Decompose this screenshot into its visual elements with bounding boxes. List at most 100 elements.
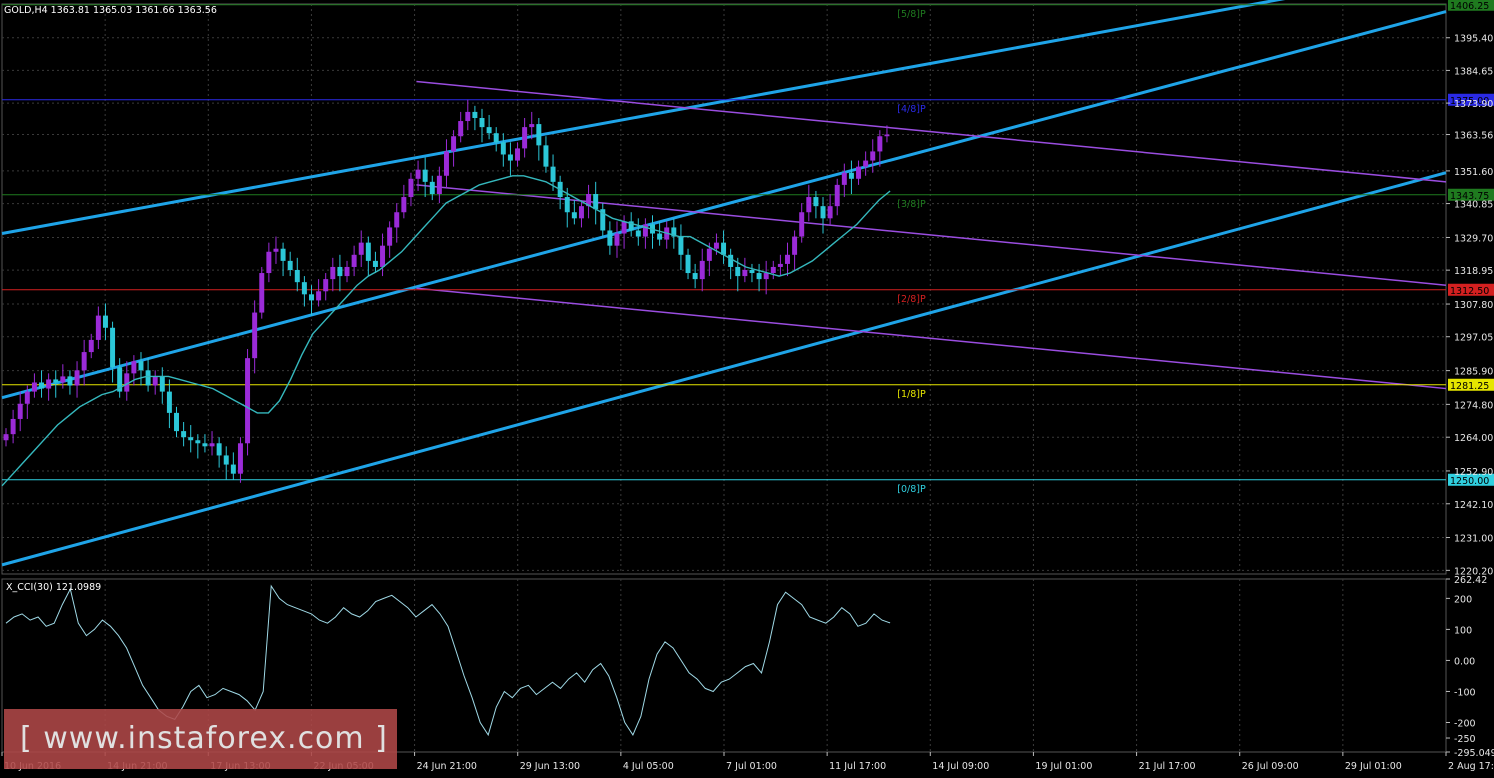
candle-body	[422, 169, 428, 182]
cci-tick-label: 200	[1454, 594, 1472, 605]
candle-body	[443, 151, 449, 176]
candle-body	[451, 136, 457, 152]
time-tick-label: 19 Jul 01:00	[1035, 761, 1092, 772]
candle-body	[713, 242, 719, 249]
candle-body	[785, 254, 790, 264]
candle-body	[230, 464, 236, 474]
candle-body	[813, 197, 819, 207]
candle-body	[479, 118, 485, 128]
time-tick-label: 29 Jul 01:00	[1345, 761, 1402, 772]
candle-body	[827, 206, 833, 219]
cci-title: X_CCI(30) 121.0989	[6, 582, 101, 593]
candle-body	[46, 379, 52, 389]
candle-body	[287, 260, 293, 270]
candle-body	[536, 124, 542, 146]
level-label: [3/8]P	[897, 199, 926, 210]
candle-body	[95, 315, 101, 340]
candle-body	[543, 145, 549, 167]
candle-body	[578, 206, 584, 219]
candle-body	[259, 273, 265, 313]
candle-body	[706, 248, 712, 261]
candle-body	[465, 111, 471, 122]
candle-body	[24, 391, 30, 404]
candle-body	[237, 443, 243, 474]
candle-body	[749, 270, 755, 274]
cci-tick-label: 100	[1454, 625, 1472, 636]
candle-body	[877, 136, 883, 152]
price-tick-label: 1297.05	[1454, 333, 1493, 344]
candle-body	[756, 273, 762, 280]
level-label: [2/8]P	[897, 294, 926, 305]
candle-body	[820, 206, 826, 219]
time-tick-label: 24 Jun 21:00	[417, 761, 477, 772]
candle-body	[159, 376, 165, 392]
candle-body	[337, 266, 343, 277]
candle-body	[721, 242, 727, 255]
candle-body	[67, 376, 73, 386]
candle-body	[309, 294, 314, 301]
candle-body	[777, 263, 783, 267]
price-tick-label: 1363.56	[1454, 131, 1493, 142]
candle-body	[571, 212, 577, 219]
candle-body	[401, 197, 407, 213]
time-tick-label: 7 Jul 01:00	[726, 761, 777, 772]
candle-body	[138, 361, 144, 371]
candle-body	[614, 233, 620, 246]
candle-body	[635, 230, 641, 237]
price-tick-label: 1373.90	[1454, 99, 1493, 110]
candle-body	[728, 254, 734, 267]
candle-body	[763, 273, 769, 280]
candle-body	[493, 133, 499, 143]
candle-body	[507, 154, 513, 161]
candle-body	[870, 151, 876, 161]
price-tick-label: 1242.10	[1454, 500, 1493, 511]
candle-body	[294, 270, 300, 283]
candle-body	[245, 358, 251, 444]
candle-body	[770, 266, 776, 274]
level-price-label: 1406.25	[1450, 1, 1489, 12]
candle-body	[266, 251, 272, 274]
candle-body	[17, 403, 23, 419]
level-label: [1/8]P	[897, 389, 926, 400]
candle-body	[699, 260, 705, 280]
candle-body	[657, 233, 663, 240]
price-tick-label: 1285.90	[1454, 367, 1493, 378]
candle-body	[152, 376, 158, 386]
price-tick-label: 1351.60	[1454, 167, 1493, 178]
candle-body	[145, 370, 151, 386]
time-tick-label: 26 Jul 09:00	[1242, 761, 1299, 772]
candle-body	[365, 242, 371, 261]
price-tick-label: 1384.65	[1454, 66, 1493, 77]
candle-body	[792, 236, 798, 255]
candle-body	[131, 361, 137, 374]
cci-tick-label: -200	[1454, 719, 1476, 730]
candle-body	[621, 221, 627, 234]
candle-body	[415, 169, 421, 179]
candle-body	[273, 248, 279, 252]
candle-body	[316, 291, 322, 301]
cci-tick-label: -250	[1454, 734, 1476, 745]
candle-body	[436, 175, 442, 194]
candle-body	[472, 111, 478, 118]
price-tick-label: 1307.80	[1454, 300, 1493, 311]
candle-body	[301, 282, 307, 295]
chart-background	[0, 0, 1494, 778]
time-tick-label: 21 Jul 17:00	[1139, 761, 1196, 772]
candle-body	[358, 242, 364, 255]
candle-body	[394, 212, 400, 228]
price-chart: [5/8]P1406.25[4/8]P1375.00[3/8]P1343.75[…	[0, 0, 1494, 778]
candle-body	[110, 327, 116, 368]
time-tick-label: 4 Jul 05:00	[623, 761, 674, 772]
candle-body	[806, 197, 812, 213]
candle-body	[102, 315, 108, 328]
price-tick-label: 1231.00	[1454, 534, 1493, 545]
candle-body	[195, 440, 201, 444]
cci-tick-label: -295.049	[1454, 748, 1494, 759]
candle-body	[351, 254, 357, 267]
chart-title: GOLD,H4 1363.81 1365.03 1361.66 1363.56	[4, 5, 217, 16]
candle-body	[188, 437, 194, 441]
watermark-logo: [ www.instaforex.com ]	[4, 709, 397, 769]
candle-body	[223, 455, 229, 465]
cci-tick-label: -100	[1454, 687, 1476, 698]
candle-body	[81, 352, 87, 371]
